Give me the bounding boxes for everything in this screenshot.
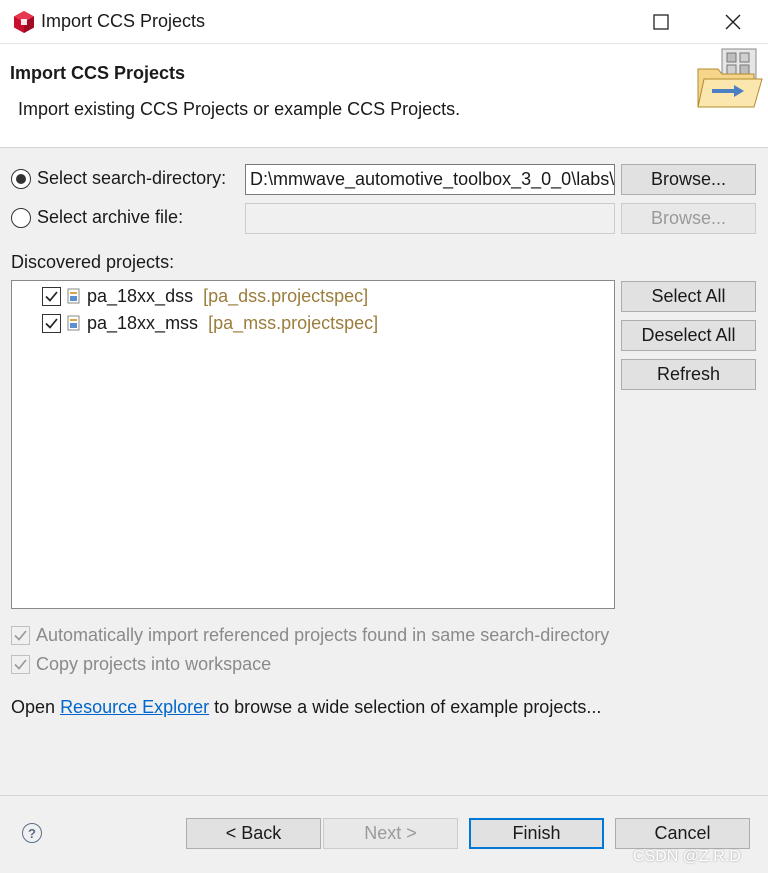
resource-explorer-link[interactable]: Resource Explorer — [60, 697, 209, 717]
deselect-all-button[interactable]: Deselect All — [621, 320, 756, 351]
next-button[interactable]: Next > — [323, 818, 458, 849]
finish-button[interactable]: Finish — [469, 818, 604, 849]
close-icon — [725, 14, 741, 30]
refresh-button[interactable]: Refresh — [621, 359, 756, 390]
auto-import-label: Automatically import referenced projects… — [36, 625, 610, 645]
page-description: Import existing CCS Projects or example … — [18, 99, 461, 119]
archive-file-radio-row[interactable]: Select archive file: — [11, 207, 183, 228]
project-spec: [pa_dss.projectspec] — [203, 285, 369, 306]
search-directory-label: Select search-directory: — [37, 168, 227, 188]
project-spec: [pa_mss.projectspec] — [208, 312, 379, 333]
browse-directory-button[interactable]: Browse... — [621, 164, 756, 195]
import-folder-icon — [697, 48, 763, 108]
archive-file-input[interactable] — [245, 203, 615, 234]
resource-suffix: to browse a wide selection of example pr… — [214, 697, 602, 717]
title-bar: Import CCS Projects — [0, 0, 768, 44]
close-button[interactable] — [710, 0, 756, 44]
resource-prefix: Open — [11, 697, 56, 717]
archive-file-radio[interactable] — [11, 207, 31, 228]
copy-projects-checkbox[interactable] — [11, 655, 30, 674]
search-directory-radio[interactable] — [11, 168, 31, 189]
ccs-app-icon — [14, 11, 34, 33]
project-list[interactable]: pa_18xx_dss [pa_dss.projectspec] pa_18xx… — [11, 280, 615, 609]
project-name: pa_18xx_mss — [87, 312, 199, 333]
wizard-header: Import CCS Projects Import existing CCS … — [0, 44, 768, 148]
check-icon — [45, 290, 58, 302]
cancel-button[interactable]: Cancel — [615, 818, 750, 849]
project-file-icon — [67, 315, 80, 331]
copy-projects-option[interactable]: Copy projects into workspace — [11, 654, 271, 675]
project-checkbox[interactable] — [42, 286, 61, 306]
maximize-icon — [653, 14, 669, 30]
window-title: Import CCS Projects — [41, 11, 206, 31]
search-directory-radio-row[interactable]: Select search-directory: — [11, 168, 226, 189]
copy-projects-label: Copy projects into workspace — [36, 654, 272, 674]
project-name: pa_18xx_dss — [87, 285, 194, 306]
select-all-button[interactable]: Select All — [621, 281, 756, 312]
resource-explorer-line: Open Resource Explorer to browse a wide … — [11, 697, 601, 718]
project-file-icon — [67, 288, 80, 304]
browse-archive-button[interactable]: Browse... — [621, 203, 756, 234]
project-checkbox[interactable] — [42, 313, 61, 333]
help-icon[interactable]: ? — [22, 823, 42, 843]
check-icon — [45, 317, 58, 329]
list-item[interactable]: pa_18xx_dss [pa_dss.projectspec] — [42, 283, 368, 309]
footer-divider — [0, 795, 768, 796]
discovered-projects-label: Discovered projects: — [11, 252, 175, 272]
watermark: CSDN @Z.R.D — [633, 848, 741, 865]
maximize-button[interactable] — [638, 0, 684, 44]
search-directory-input[interactable]: D:\mmwave_automotive_toolbox_3_0_0\labs\ — [245, 164, 615, 195]
auto-import-option[interactable]: Automatically import referenced projects… — [11, 625, 609, 646]
archive-file-label: Select archive file: — [37, 207, 184, 227]
check-icon — [14, 630, 27, 641]
page-title: Import CCS Projects — [10, 63, 186, 83]
back-button[interactable]: < Back — [186, 818, 321, 849]
list-item[interactable]: pa_18xx_mss [pa_mss.projectspec] — [42, 310, 378, 336]
auto-import-checkbox[interactable] — [11, 626, 30, 645]
check-icon — [14, 659, 27, 670]
